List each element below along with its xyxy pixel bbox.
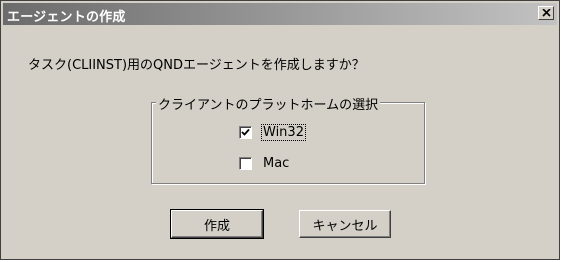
- title-bar[interactable]: エージェントの作成: [3, 3, 557, 25]
- checkmark-icon: [241, 128, 250, 136]
- cancel-button[interactable]: キャンセル: [299, 210, 391, 238]
- platform-group-label: クライアントのプラットホームの選択: [156, 94, 381, 113]
- win32-checkbox[interactable]: [239, 126, 252, 139]
- create-agent-dialog: エージェントの作成 タスク(CLIINST)用のQNDエージェントを作成しますか…: [0, 0, 560, 260]
- mac-checkbox[interactable]: [239, 157, 252, 170]
- close-icon: [541, 9, 551, 17]
- mac-label[interactable]: Mac: [262, 156, 290, 171]
- mac-checkbox-row[interactable]: Mac: [239, 156, 290, 171]
- create-button[interactable]: 作成: [170, 209, 264, 239]
- close-button[interactable]: [538, 6, 554, 20]
- dialog-title: エージェントの作成: [7, 10, 126, 25]
- win32-label[interactable]: Win32: [261, 124, 306, 141]
- confirmation-message: タスク(CLIINST)用のQNDエージェントを作成しますか？: [28, 58, 365, 73]
- win32-checkbox-row[interactable]: Win32: [239, 124, 306, 141]
- platform-groupbox: [151, 102, 425, 184]
